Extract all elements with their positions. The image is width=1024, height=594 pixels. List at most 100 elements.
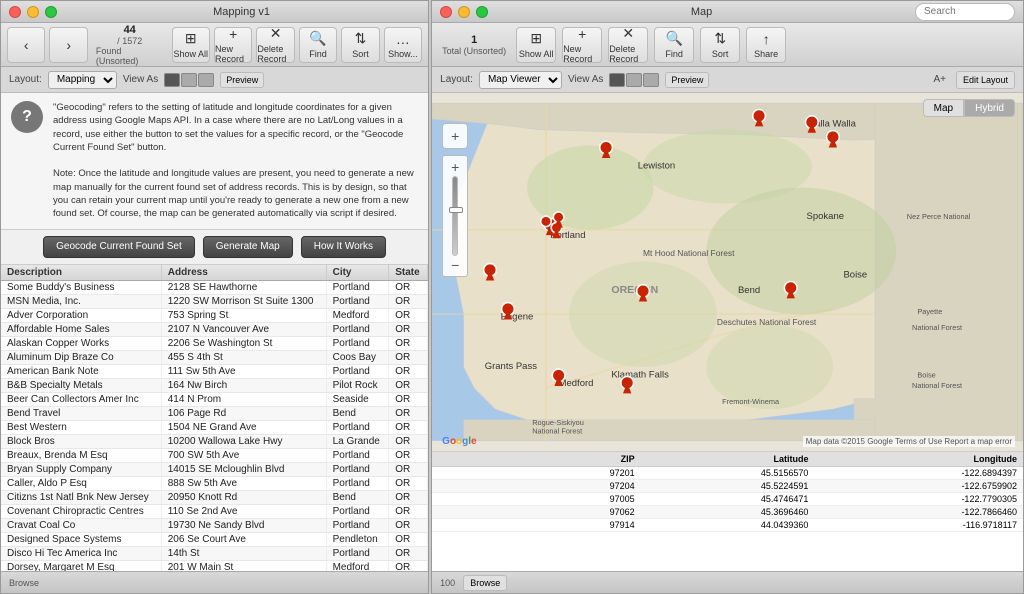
- right-minimize-button[interactable]: [458, 6, 470, 18]
- left-layout-bar: Layout: Mapping View As Preview: [1, 67, 428, 93]
- records-table-container[interactable]: Description Address City State Some Budd…: [1, 265, 428, 571]
- svg-text:National Forest: National Forest: [912, 381, 962, 390]
- lower-col-lng[interactable]: Longitude: [814, 452, 1023, 467]
- right-delete-record-button[interactable]: ✕ Delete Record: [608, 27, 648, 63]
- find-button[interactable]: 🔍 Find: [299, 27, 337, 63]
- right-view-grid-icon[interactable]: [626, 73, 642, 87]
- table-row[interactable]: Cravat Coal Co 19730 Ne Sandy Blvd Portl…: [1, 518, 428, 532]
- forward-button[interactable]: ›: [49, 27, 87, 63]
- layout-select[interactable]: Mapping: [48, 71, 117, 89]
- lower-table-row[interactable]: 97062 45.3696460 -122.7866460: [432, 506, 1023, 519]
- map-tab-hybrid[interactable]: Hybrid: [964, 99, 1015, 117]
- table-row[interactable]: Designed Space Systems 206 Se Court Ave …: [1, 532, 428, 546]
- generate-map-button[interactable]: Generate Map: [203, 236, 293, 258]
- pan-control[interactable]: +: [442, 123, 468, 149]
- right-view-list-icon[interactable]: [609, 73, 625, 87]
- table-row[interactable]: Caller, Aldo P Esq 888 Sw 5th Ave Portla…: [1, 476, 428, 490]
- map-attribution: Map data ©2015 Google Terms of Use Repor…: [803, 436, 1015, 447]
- table-row[interactable]: Beer Can Collectors Amer Inc 414 N Prom …: [1, 392, 428, 406]
- svg-text:Payette: Payette: [917, 307, 942, 316]
- lower-col-lat[interactable]: Latitude: [641, 452, 815, 467]
- view-grid-icon[interactable]: [181, 73, 197, 87]
- right-find-button[interactable]: 🔍 Find: [654, 27, 694, 63]
- right-share-icon: ↑: [763, 31, 770, 47]
- table-row[interactable]: Block Bros 10200 Wallowa Lake Hwy La Gra…: [1, 434, 428, 448]
- table-row[interactable]: American Bank Note 111 Sw 5th Ave Portla…: [1, 364, 428, 378]
- close-button[interactable]: [9, 6, 21, 18]
- table-row[interactable]: Affordable Home Sales 2107 N Vancouver A…: [1, 322, 428, 336]
- table-row[interactable]: Bryan Supply Company 14015 SE Mcloughlin…: [1, 462, 428, 476]
- view-list-icon[interactable]: [164, 73, 180, 87]
- col-state[interactable]: State: [389, 265, 428, 281]
- right-delete-icon: ✕: [622, 25, 634, 42]
- lower-table-row[interactable]: 97204 45.5224591 -122.6759902: [432, 480, 1023, 493]
- right-view-card-icon[interactable]: [643, 73, 659, 87]
- col-address[interactable]: Address: [161, 265, 326, 281]
- lower-cell-zip: 97204: [536, 480, 640, 493]
- edit-layout-button[interactable]: Edit Layout: [956, 71, 1015, 89]
- lower-table-row[interactable]: 97005 45.4746471 -122.7790305: [432, 493, 1023, 506]
- minimize-button[interactable]: [27, 6, 39, 18]
- table-row[interactable]: Aluminum Dip Braze Co 455 S 4th St Coos …: [1, 350, 428, 364]
- right-layout-select[interactable]: Map Viewer: [479, 71, 562, 89]
- cell-city: Pendleton: [326, 532, 389, 546]
- zoom-slider[interactable]: [452, 176, 458, 256]
- right-close-button[interactable]: [440, 6, 452, 18]
- table-row[interactable]: Best Western 1504 NE Grand Ave Portland …: [1, 420, 428, 434]
- sort-button[interactable]: ⇅ Sort: [341, 27, 379, 63]
- map-tab-map[interactable]: Map: [923, 99, 964, 117]
- lower-data-table-container[interactable]: ZIP Latitude Longitude 97201 45.5156570 …: [432, 451, 1023, 571]
- cell-description: Some Buddy's Business: [1, 280, 161, 294]
- table-row[interactable]: Citizns 1st Natl Bnk New Jersey 20950 Kn…: [1, 490, 428, 504]
- zoom-in-btn[interactable]: +: [451, 160, 459, 174]
- lower-col-zip[interactable]: ZIP: [536, 452, 640, 467]
- preview-button[interactable]: Preview: [220, 72, 264, 88]
- lower-cell-lat: 45.4746471: [641, 493, 815, 506]
- table-row[interactable]: Breaux, Brenda M Esq 700 SW 5th Ave Port…: [1, 448, 428, 462]
- table-row[interactable]: B&B Specialty Metals 164 Nw Birch Pilot …: [1, 378, 428, 392]
- right-zoom-button[interactable]: [476, 6, 488, 18]
- right-new-record-button[interactable]: + New Record: [562, 27, 602, 63]
- col-description[interactable]: Description: [1, 265, 161, 281]
- right-show-all-icon: ⊞: [530, 30, 542, 47]
- cell-description: Adver Corporation: [1, 308, 161, 322]
- zoom-out-btn[interactable]: −: [451, 258, 459, 272]
- cell-state: OR: [389, 448, 428, 462]
- cell-address: 1504 NE Grand Ave: [161, 420, 326, 434]
- svg-text:Klamath Falls: Klamath Falls: [612, 370, 670, 381]
- right-preview-button[interactable]: Preview: [665, 72, 709, 88]
- table-row[interactable]: Adver Corporation 753 Spring St Medford …: [1, 308, 428, 322]
- geocoding-info-box: ? "Geocoding" refers to the setting of l…: [1, 93, 428, 230]
- cell-city: Portland: [326, 504, 389, 518]
- how-it-works-button[interactable]: How It Works: [301, 236, 386, 258]
- zoom-button[interactable]: [45, 6, 57, 18]
- back-button[interactable]: ‹: [7, 27, 45, 63]
- lower-table-row[interactable]: 97201 45.5156570 -122.6894397: [432, 467, 1023, 480]
- cell-description: Best Western: [1, 420, 161, 434]
- right-sort-button[interactable]: ⇅ Sort: [700, 27, 740, 63]
- delete-record-button[interactable]: ✕ Delete Record: [256, 27, 294, 63]
- browse-button-right[interactable]: Browse: [463, 575, 507, 591]
- view-preview-icon[interactable]: [198, 73, 214, 87]
- show-all-button[interactable]: ⊞ Show All: [172, 27, 210, 63]
- show-more-button[interactable]: … Show...: [384, 27, 422, 63]
- cell-state: OR: [389, 518, 428, 532]
- cell-state: OR: [389, 532, 428, 546]
- lower-cell-lng: -122.7866460: [814, 506, 1023, 519]
- table-row[interactable]: Covenant Chiropractic Centres 110 Se 2nd…: [1, 504, 428, 518]
- col-city[interactable]: City: [326, 265, 389, 281]
- table-row[interactable]: Some Buddy's Business 2128 SE Hawthorne …: [1, 280, 428, 294]
- new-record-button[interactable]: + New Record: [214, 27, 252, 63]
- lower-table-row[interactable]: 97914 44.0439360 -116.9718117: [432, 519, 1023, 532]
- table-row[interactable]: Disco Hi Tec America Inc 14th St Portlan…: [1, 546, 428, 560]
- search-input[interactable]: [915, 3, 1015, 21]
- table-row[interactable]: Alaskan Copper Works 2206 Se Washington …: [1, 336, 428, 350]
- map-container[interactable]: Portland Eugene Spokane Bend Lewiston Wa…: [432, 93, 1023, 451]
- svg-text:Nez Perce National: Nez Perce National: [907, 212, 971, 221]
- table-row[interactable]: Bend Travel 106 Page Rd Bend OR: [1, 406, 428, 420]
- geocode-button[interactable]: Geocode Current Found Set: [43, 236, 195, 258]
- right-show-all-button[interactable]: ⊞ Show All: [516, 27, 556, 63]
- table-row[interactable]: MSN Media, Inc. 1220 SW Morrison St Suit…: [1, 294, 428, 308]
- right-share-button[interactable]: ↑ Share: [746, 27, 786, 63]
- table-row[interactable]: Dorsey, Margaret M Esq 201 W Main St Med…: [1, 560, 428, 571]
